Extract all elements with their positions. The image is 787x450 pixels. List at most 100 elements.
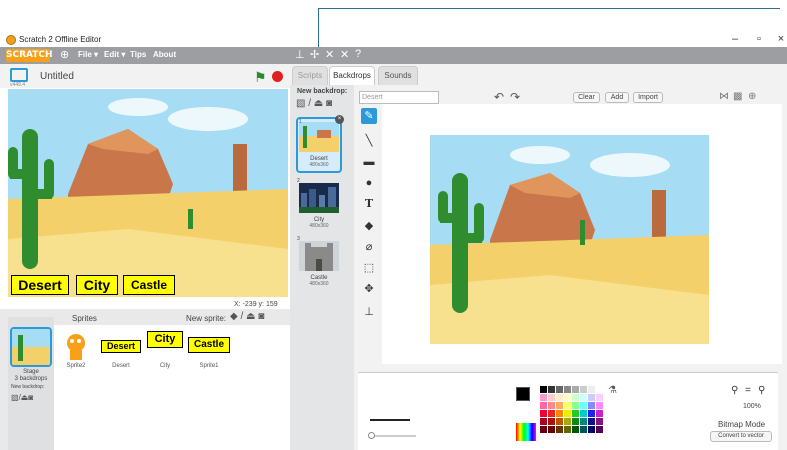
zoom-out-icon[interactable]: ⚲ bbox=[731, 385, 738, 396]
help-icon[interactable]: ? bbox=[355, 48, 361, 60]
color-swatch[interactable] bbox=[596, 394, 603, 401]
color-swatch[interactable] bbox=[572, 426, 579, 433]
backdrop-item-castle[interactable]: 3 Castle 480x360 bbox=[296, 236, 342, 292]
upload-icon[interactable]: ⏏ bbox=[314, 98, 323, 109]
upload-sprite-icon[interactable]: ⏏ bbox=[246, 311, 255, 322]
select-tool-icon[interactable]: ⬚ bbox=[361, 260, 377, 276]
zoom-in-icon[interactable]: ⚲ bbox=[758, 385, 765, 396]
green-flag-icon[interactable]: ⚑ bbox=[254, 69, 267, 86]
fill-tool-icon[interactable]: ◆ bbox=[361, 218, 377, 234]
color-swatch[interactable] bbox=[596, 410, 603, 417]
close-button[interactable]: × bbox=[773, 33, 787, 45]
undo-icon[interactable]: ↶ bbox=[494, 90, 504, 104]
duplicate-icon[interactable]: ⊥ bbox=[295, 48, 305, 61]
shrink-icon[interactable]: ✕ bbox=[340, 48, 349, 61]
color-swatch[interactable] bbox=[580, 394, 587, 401]
library-icon[interactable]: ▧ bbox=[296, 98, 305, 109]
menu-tips[interactable]: Tips bbox=[130, 50, 146, 59]
brush-size-slider[interactable] bbox=[370, 435, 416, 437]
flip-horizontal-icon[interactable]: ⋈ bbox=[719, 91, 729, 102]
stage-button-city[interactable]: City bbox=[76, 275, 118, 295]
slider-handle[interactable] bbox=[368, 432, 375, 439]
color-swatch[interactable] bbox=[580, 418, 587, 425]
fullscreen-icon[interactable] bbox=[10, 68, 28, 82]
delete-icon[interactable]: ✢ bbox=[310, 48, 319, 61]
stamp-tool-icon[interactable]: ⊥ bbox=[361, 304, 377, 320]
color-swatch[interactable] bbox=[588, 410, 595, 417]
menu-edit[interactable]: Edit ▾ bbox=[104, 50, 125, 59]
color-swatch[interactable] bbox=[588, 418, 595, 425]
menu-about[interactable]: About bbox=[153, 50, 176, 59]
color-swatch[interactable] bbox=[564, 394, 571, 401]
color-swatch[interactable] bbox=[564, 426, 571, 433]
select-remove-background-icon[interactable]: ✥ bbox=[361, 281, 377, 297]
color-swatch[interactable] bbox=[572, 410, 579, 417]
paint-canvas[interactable] bbox=[430, 135, 709, 344]
eraser-tool-icon[interactable]: ⌀ bbox=[361, 239, 377, 255]
brush-tool-icon[interactable]: ✎ bbox=[361, 108, 377, 124]
color-swatch[interactable] bbox=[556, 410, 563, 417]
color-swatch[interactable] bbox=[580, 386, 587, 393]
color-swatch[interactable] bbox=[564, 402, 571, 409]
backdrop-name-field[interactable]: Desert bbox=[359, 91, 439, 104]
color-swatch[interactable] bbox=[548, 418, 555, 425]
color-picker-icon[interactable] bbox=[516, 423, 536, 441]
color-swatch[interactable] bbox=[540, 410, 547, 417]
color-swatch[interactable] bbox=[556, 418, 563, 425]
globe-icon[interactable]: ⊕ bbox=[60, 48, 69, 61]
stage-thumbnail[interactable] bbox=[10, 327, 52, 367]
color-swatch[interactable] bbox=[572, 386, 579, 393]
color-swatch[interactable] bbox=[588, 402, 595, 409]
rectangle-tool-icon[interactable]: ▬ bbox=[361, 154, 377, 170]
backdrop-item-desert[interactable]: 1 × Desert 480x360 bbox=[296, 115, 344, 173]
minimize-button[interactable]: – bbox=[727, 33, 743, 45]
redo-icon[interactable]: ↷ bbox=[510, 90, 520, 104]
color-swatch[interactable] bbox=[548, 402, 555, 409]
color-swatch[interactable] bbox=[588, 386, 595, 393]
camera-sprite-icon[interactable]: ◙ bbox=[258, 311, 264, 322]
backdrop-item-city[interactable]: 2 City 480x360 bbox=[296, 178, 342, 234]
library-icon[interactable]: ◆ bbox=[230, 311, 238, 322]
color-swatch[interactable] bbox=[556, 426, 563, 433]
sprite-tile[interactable]: Castle Sprite1 bbox=[187, 330, 231, 370]
color-swatch[interactable] bbox=[572, 402, 579, 409]
color-swatch[interactable] bbox=[556, 386, 563, 393]
flip-vertical-icon[interactable]: ▩ bbox=[733, 91, 742, 102]
zoom-reset-icon[interactable]: = bbox=[745, 385, 751, 396]
project-title[interactable]: Untitled bbox=[40, 71, 74, 82]
color-swatch[interactable] bbox=[540, 418, 547, 425]
color-swatch[interactable] bbox=[564, 418, 571, 425]
clear-button[interactable]: Clear bbox=[573, 92, 600, 103]
color-swatch[interactable] bbox=[580, 426, 587, 433]
stage-button-castle[interactable]: Castle bbox=[123, 275, 175, 295]
ellipse-tool-icon[interactable]: ● bbox=[361, 175, 377, 191]
color-swatch[interactable] bbox=[596, 386, 603, 393]
convert-to-vector-button[interactable]: Convert to vector bbox=[710, 431, 772, 442]
menu-file[interactable]: File ▾ bbox=[78, 50, 98, 59]
color-swatch[interactable] bbox=[548, 386, 555, 393]
eyedropper-icon[interactable]: ⚗ bbox=[608, 385, 617, 396]
stop-icon[interactable] bbox=[272, 71, 283, 82]
scratch-logo[interactable]: SCRATCH bbox=[6, 49, 53, 62]
color-palette[interactable] bbox=[540, 386, 610, 442]
color-swatch[interactable] bbox=[564, 386, 571, 393]
text-tool-icon[interactable]: T bbox=[361, 196, 377, 212]
import-button[interactable]: Import bbox=[633, 92, 663, 103]
color-swatch[interactable] bbox=[596, 418, 603, 425]
color-swatch[interactable] bbox=[572, 418, 579, 425]
delete-backdrop-icon[interactable]: × bbox=[335, 115, 344, 124]
stage-canvas[interactable] bbox=[8, 89, 288, 297]
maximize-button[interactable]: ▫ bbox=[751, 33, 767, 45]
paint-sprite-icon[interactable]: / bbox=[240, 311, 243, 322]
paint-icon[interactable]: / bbox=[308, 98, 311, 109]
color-swatch[interactable] bbox=[588, 394, 595, 401]
primary-color-swatch[interactable] bbox=[516, 387, 530, 401]
color-swatch[interactable] bbox=[588, 426, 595, 433]
tab-backdrops[interactable]: Backdrops bbox=[329, 66, 375, 85]
color-swatch[interactable] bbox=[556, 394, 563, 401]
color-swatch[interactable] bbox=[548, 394, 555, 401]
line-tool-icon[interactable]: ╲ bbox=[361, 133, 377, 149]
grow-icon[interactable]: ✕ bbox=[325, 48, 334, 61]
color-swatch[interactable] bbox=[540, 386, 547, 393]
camera-icon[interactable]: ◙ bbox=[326, 98, 332, 109]
